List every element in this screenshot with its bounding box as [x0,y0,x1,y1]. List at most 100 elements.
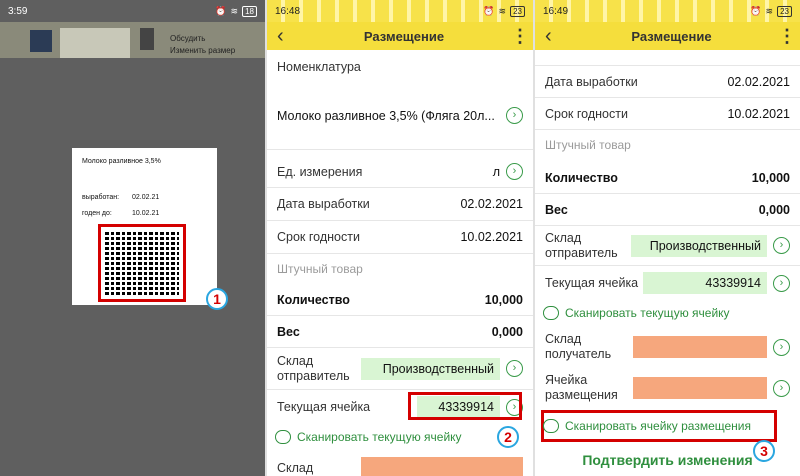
weight-row: Вес 0,000 [267,316,533,348]
receiver-field[interactable] [633,336,767,358]
alarm-icon: ⏰ [750,5,762,16]
receiver-row[interactable]: Склад получатель › [535,330,800,364]
datamatrix-code [98,224,186,302]
nomenclature-value: Молоко разливное 3,5% (Фляга 20л... [277,108,495,123]
nomenclature-label: Номенклатура [277,60,361,74]
chevron-right-icon[interactable]: › [506,107,523,124]
page-title: Размещение [631,28,712,44]
sender-field[interactable]: Производственный [631,234,767,257]
produced-row: Дата выработки 02.02.2021 [535,66,800,98]
cell-label: Текущая ячейка [545,276,639,290]
placement-screen-1: 16:48 ⏰ ≋ 23 ‹ Размещение ⋮ Номенклатура… [265,0,533,476]
wifi-icon: ≋ [498,5,507,16]
chevron-right-icon[interactable]: › [773,379,790,397]
expiry-value: 10.02.2021 [460,230,523,244]
qty-row: Количество 10,000 [267,284,533,316]
battery-icon: 18 [242,5,257,17]
scan-place-cell-link[interactable]: Сканировать ячейку размещения [543,419,751,433]
scan-current-cell-link[interactable]: Сканировать текущую ячейку [275,430,462,444]
status-icons: ⏰ ≋ 23 [750,5,792,17]
weight-value: 0,000 [491,324,523,339]
qty-value: 10,000 [751,170,790,185]
produced-label: Дата выработки [277,197,370,211]
produced-label: Дата выработки [545,74,638,89]
camera-background: Обсудить Изменить размер [0,22,265,58]
status-bar: 16:49 ⏰ ≋ 23 [535,0,800,22]
status-time: 16:48 [275,5,301,17]
sender-label: Склад отправитель [277,353,350,383]
piece-goods-row: Штучный товар [535,130,800,160]
piece-goods-row: Штучный товар [267,254,533,284]
chevron-right-icon[interactable]: › [506,163,523,180]
receiver-label: Склад получатель [545,332,612,361]
expiry-row: Срок годности 10.02.2021 [267,221,533,254]
status-bar: 16:48 ⏰ ≋ 23 [267,0,533,22]
sender-row[interactable]: Склад отправитель Производственный › [535,226,800,266]
nomenclature-row[interactable]: Молоко разливное 3,5% (Фляга 20л... › [267,82,533,150]
scan-icon [275,430,291,444]
app-bar: ‹ Размещение ⋮ [267,22,533,50]
label-product: Молоко разливное 3,5% [82,158,161,165]
expiry-label: Срок годности [277,230,360,244]
step-badge-1: 1 [206,288,228,310]
page-title: Размещение [363,28,445,44]
place-cell-label: Ячейка размещения [545,373,618,402]
back-arrow-icon[interactable]: ‹ [545,22,565,50]
step-badge-3: 3 [753,440,775,462]
status-icons: ⏰ ≋ 23 [483,5,525,17]
piece-goods-label: Штучный товар [277,262,363,276]
status-time: 3:59 [8,5,28,17]
expiry-label: Срок годности [545,106,628,121]
chevron-right-icon[interactable]: › [773,237,790,254]
cell-field[interactable]: 43339914 [643,272,767,294]
qty-label: Количество [545,170,618,185]
chevron-right-icon[interactable]: › [773,338,790,356]
weight-label: Вес [545,202,568,217]
scan-current-cell-text: Сканировать текущую ячейку [297,430,462,444]
scan-current-cell-text: Сканировать текущую ячейку [565,306,730,320]
app-bar: ‹ Размещение ⋮ [535,22,800,50]
weight-value: 0,000 [758,202,790,217]
bottom-row: Склад [267,456,533,476]
bottom-label: Склад [277,461,314,475]
unit-value: л [492,164,500,179]
cell-row[interactable]: Текущая ячейка 43339914 › [535,266,800,300]
expiry-row: Срок годности 10.02.2021 [535,98,800,130]
placement-screen-2: 16:49 ⏰ ≋ 23 ‹ Размещение ⋮ Дата выработ… [533,0,800,476]
label-produced-caption: выработан: [82,194,120,201]
produced-value: 02.02.2021 [460,197,523,211]
place-cell-row[interactable]: Ячейка размещения › [535,370,800,406]
scan-icon [543,419,559,433]
bottom-empty-field[interactable] [361,457,523,476]
back-arrow-icon[interactable]: ‹ [277,22,297,50]
place-cell-field[interactable] [633,377,767,399]
highlight-cell-field [408,392,522,420]
qty-value: 10,000 [484,292,523,307]
sender-field[interactable]: Производственный [361,357,500,380]
sender-row[interactable]: Склад отправитель Производственный › [267,348,533,390]
unit-label: Ед. измерения [277,164,363,179]
status-bar: 3:59 ⏰ ≋ 18 [0,0,265,22]
label-expires-caption: годен до: [82,210,112,217]
scan-current-cell-link[interactable]: Сканировать текущую ячейку [543,306,730,320]
unit-row[interactable]: Ед. измерения л › [267,156,533,188]
more-menu-icon[interactable]: ⋮ [778,27,796,45]
battery-icon: 23 [510,5,525,17]
alarm-icon: ⏰ [215,5,227,16]
chevron-right-icon[interactable]: › [506,360,523,377]
produced-value: 02.02.2021 [727,74,790,89]
chevron-right-icon[interactable]: › [773,274,790,292]
scan-icon [543,306,559,320]
more-menu-icon[interactable]: ⋮ [511,27,529,45]
wifi-icon: ≋ [765,5,774,16]
produced-row: Дата выработки 02.02.2021 [267,188,533,221]
wifi-icon: ≋ [230,5,239,16]
cell-label: Текущая ячейка [277,400,371,414]
alarm-icon: ⏰ [483,5,495,16]
expiry-value: 10.02.2021 [727,106,790,121]
camera-screen: 3:59 ⏰ ≋ 18 Обсудить Изменить размер Мол… [0,0,265,476]
step-badge-2: 2 [497,426,519,448]
status-time: 16:49 [543,5,569,17]
label-expires-date: 10.02.21 [132,210,160,217]
weight-label: Вес [277,324,300,339]
